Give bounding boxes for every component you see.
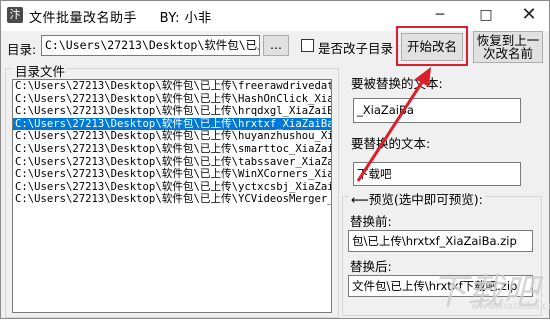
arrow-head [415, 67, 431, 87]
arrow-line [356, 75, 428, 182]
app-window: 汴 文件批量改名助手 BY: 小非 ─ □ ✕ 目录: C:\Users\272… [0, 0, 550, 319]
watermark-url: www.xiazaiba.com [471, 301, 550, 312]
